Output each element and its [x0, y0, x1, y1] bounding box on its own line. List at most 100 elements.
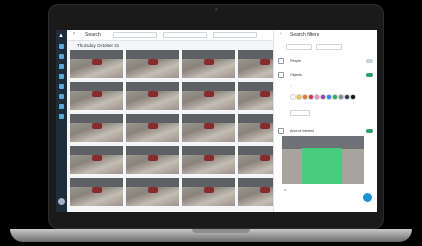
thumbnail-shelving	[126, 178, 179, 187]
object-type-option[interactable]: ○	[290, 84, 292, 88]
result-thumbnail[interactable]	[126, 114, 179, 148]
section-area-label: Area of interest	[290, 129, 314, 133]
people-toggle[interactable]	[366, 59, 373, 63]
result-thumbnail[interactable]	[126, 50, 179, 84]
thumbnail-image	[126, 50, 179, 78]
laptop-base	[10, 229, 412, 242]
thumbnail-image	[182, 146, 235, 174]
results-grid: Thursday October 31	[67, 41, 291, 212]
thumbnail-object	[92, 187, 102, 193]
section-people-label: People	[290, 59, 301, 63]
thumbnail-image	[70, 114, 123, 142]
thumbnail-object	[92, 91, 102, 97]
thumbnail-shelving	[182, 50, 235, 59]
section-objects-label: Objects	[290, 73, 302, 77]
thumbnail-shelving	[126, 82, 179, 91]
thumbnail-object	[260, 155, 270, 161]
area-filter-icon	[278, 128, 284, 134]
objects-filter-icon	[278, 72, 284, 78]
search-field-3[interactable]	[213, 32, 257, 38]
nav-reports-icon[interactable]	[59, 94, 64, 99]
result-thumbnail[interactable]	[126, 82, 179, 116]
thumbnail-image	[70, 82, 123, 110]
result-thumbnail[interactable]	[70, 82, 123, 116]
nav-alerts-icon[interactable]	[59, 104, 64, 109]
thumbnail-object	[204, 91, 214, 97]
apply-search-button[interactable]	[363, 193, 372, 202]
thumbnail-object	[204, 187, 214, 193]
people-filter-icon	[278, 58, 284, 64]
page-title: Search	[85, 32, 101, 38]
panel-collapse-icon[interactable]: ›	[280, 31, 282, 37]
nav-search-icon[interactable]	[59, 54, 64, 59]
thumbnail-shelving	[70, 178, 123, 187]
result-thumbnail[interactable]	[182, 178, 235, 212]
result-thumbnail[interactable]	[70, 178, 123, 212]
area-of-interest-preview[interactable]	[282, 136, 364, 184]
thumbnail-shelving	[70, 82, 123, 91]
thumbnail-image	[182, 178, 235, 206]
thumbnail-object	[148, 155, 158, 161]
thumbnail-shelving	[70, 50, 123, 59]
thumbnail-object	[148, 123, 158, 129]
area-mask-region[interactable]	[302, 148, 342, 184]
thumbnail-object	[260, 91, 270, 97]
laptop-notch	[192, 229, 250, 233]
objects-toggle[interactable]	[366, 73, 373, 77]
results-date-heading: Thursday October 31	[77, 43, 120, 48]
thumbnail-object	[260, 187, 270, 193]
result-thumbnail[interactable]	[126, 146, 179, 180]
thumbnail-object	[92, 155, 102, 161]
thumbnail-shelving	[126, 146, 179, 155]
thumbnail-object	[92, 123, 102, 129]
back-arrow-icon[interactable]: ‹	[73, 31, 75, 37]
app-logo-icon: ▲	[58, 33, 64, 39]
search-topbar: ‹ Search	[67, 30, 273, 41]
filter-date-from[interactable]	[286, 44, 312, 50]
result-thumbnail[interactable]	[182, 114, 235, 148]
object-size-select[interactable]	[290, 110, 310, 116]
result-thumbnail[interactable]	[182, 82, 235, 116]
thumbnail-image	[126, 82, 179, 110]
result-thumbnail[interactable]	[182, 50, 235, 84]
user-avatar[interactable]	[58, 198, 65, 205]
filter-date-to[interactable]	[316, 44, 342, 50]
thumbnail-shelving	[182, 146, 235, 155]
app-screen: ▲ ‹ Search Thursday October 31 › Search …	[56, 30, 377, 212]
thumbnail-image	[126, 114, 179, 142]
color-swatch[interactable]	[350, 94, 356, 100]
thumbnail-object	[148, 187, 158, 193]
thumbnail-image	[70, 178, 123, 206]
result-thumbnail[interactable]	[70, 114, 123, 148]
thumbnail-shelving	[182, 114, 235, 123]
clear-area-link[interactable]: ⊘	[284, 188, 287, 192]
result-thumbnail[interactable]	[70, 50, 123, 84]
thumbnail-image	[126, 178, 179, 206]
thumbnail-object	[204, 59, 214, 65]
thumbnail-shelving	[182, 82, 235, 91]
left-nav-rail: ▲	[56, 30, 67, 212]
nav-settings-icon[interactable]	[59, 114, 64, 119]
nav-home-icon[interactable]	[59, 44, 64, 49]
result-thumbnail[interactable]	[182, 146, 235, 180]
nav-cameras-icon[interactable]	[59, 64, 64, 69]
search-field-1[interactable]	[113, 32, 157, 38]
nav-events-icon[interactable]	[59, 74, 64, 79]
thumbnail-object	[148, 91, 158, 97]
nav-map-icon[interactable]	[59, 84, 64, 89]
webcam-dot	[215, 8, 218, 11]
search-field-2[interactable]	[163, 32, 207, 38]
thumbnail-image	[70, 50, 123, 78]
panel-title: Search filters	[290, 32, 320, 38]
thumbnail-shelving	[182, 178, 235, 187]
thumbnail-image	[126, 146, 179, 174]
result-thumbnail[interactable]	[70, 146, 123, 180]
thumbnail-image	[70, 146, 123, 174]
thumbnail-image	[182, 82, 235, 110]
thumbnail-shelving	[126, 114, 179, 123]
area-toggle[interactable]	[366, 129, 373, 133]
thumbnail-shelving	[70, 114, 123, 123]
thumbnail-object	[260, 59, 270, 65]
result-thumbnail[interactable]	[126, 178, 179, 212]
thumbnail-object	[260, 123, 270, 129]
